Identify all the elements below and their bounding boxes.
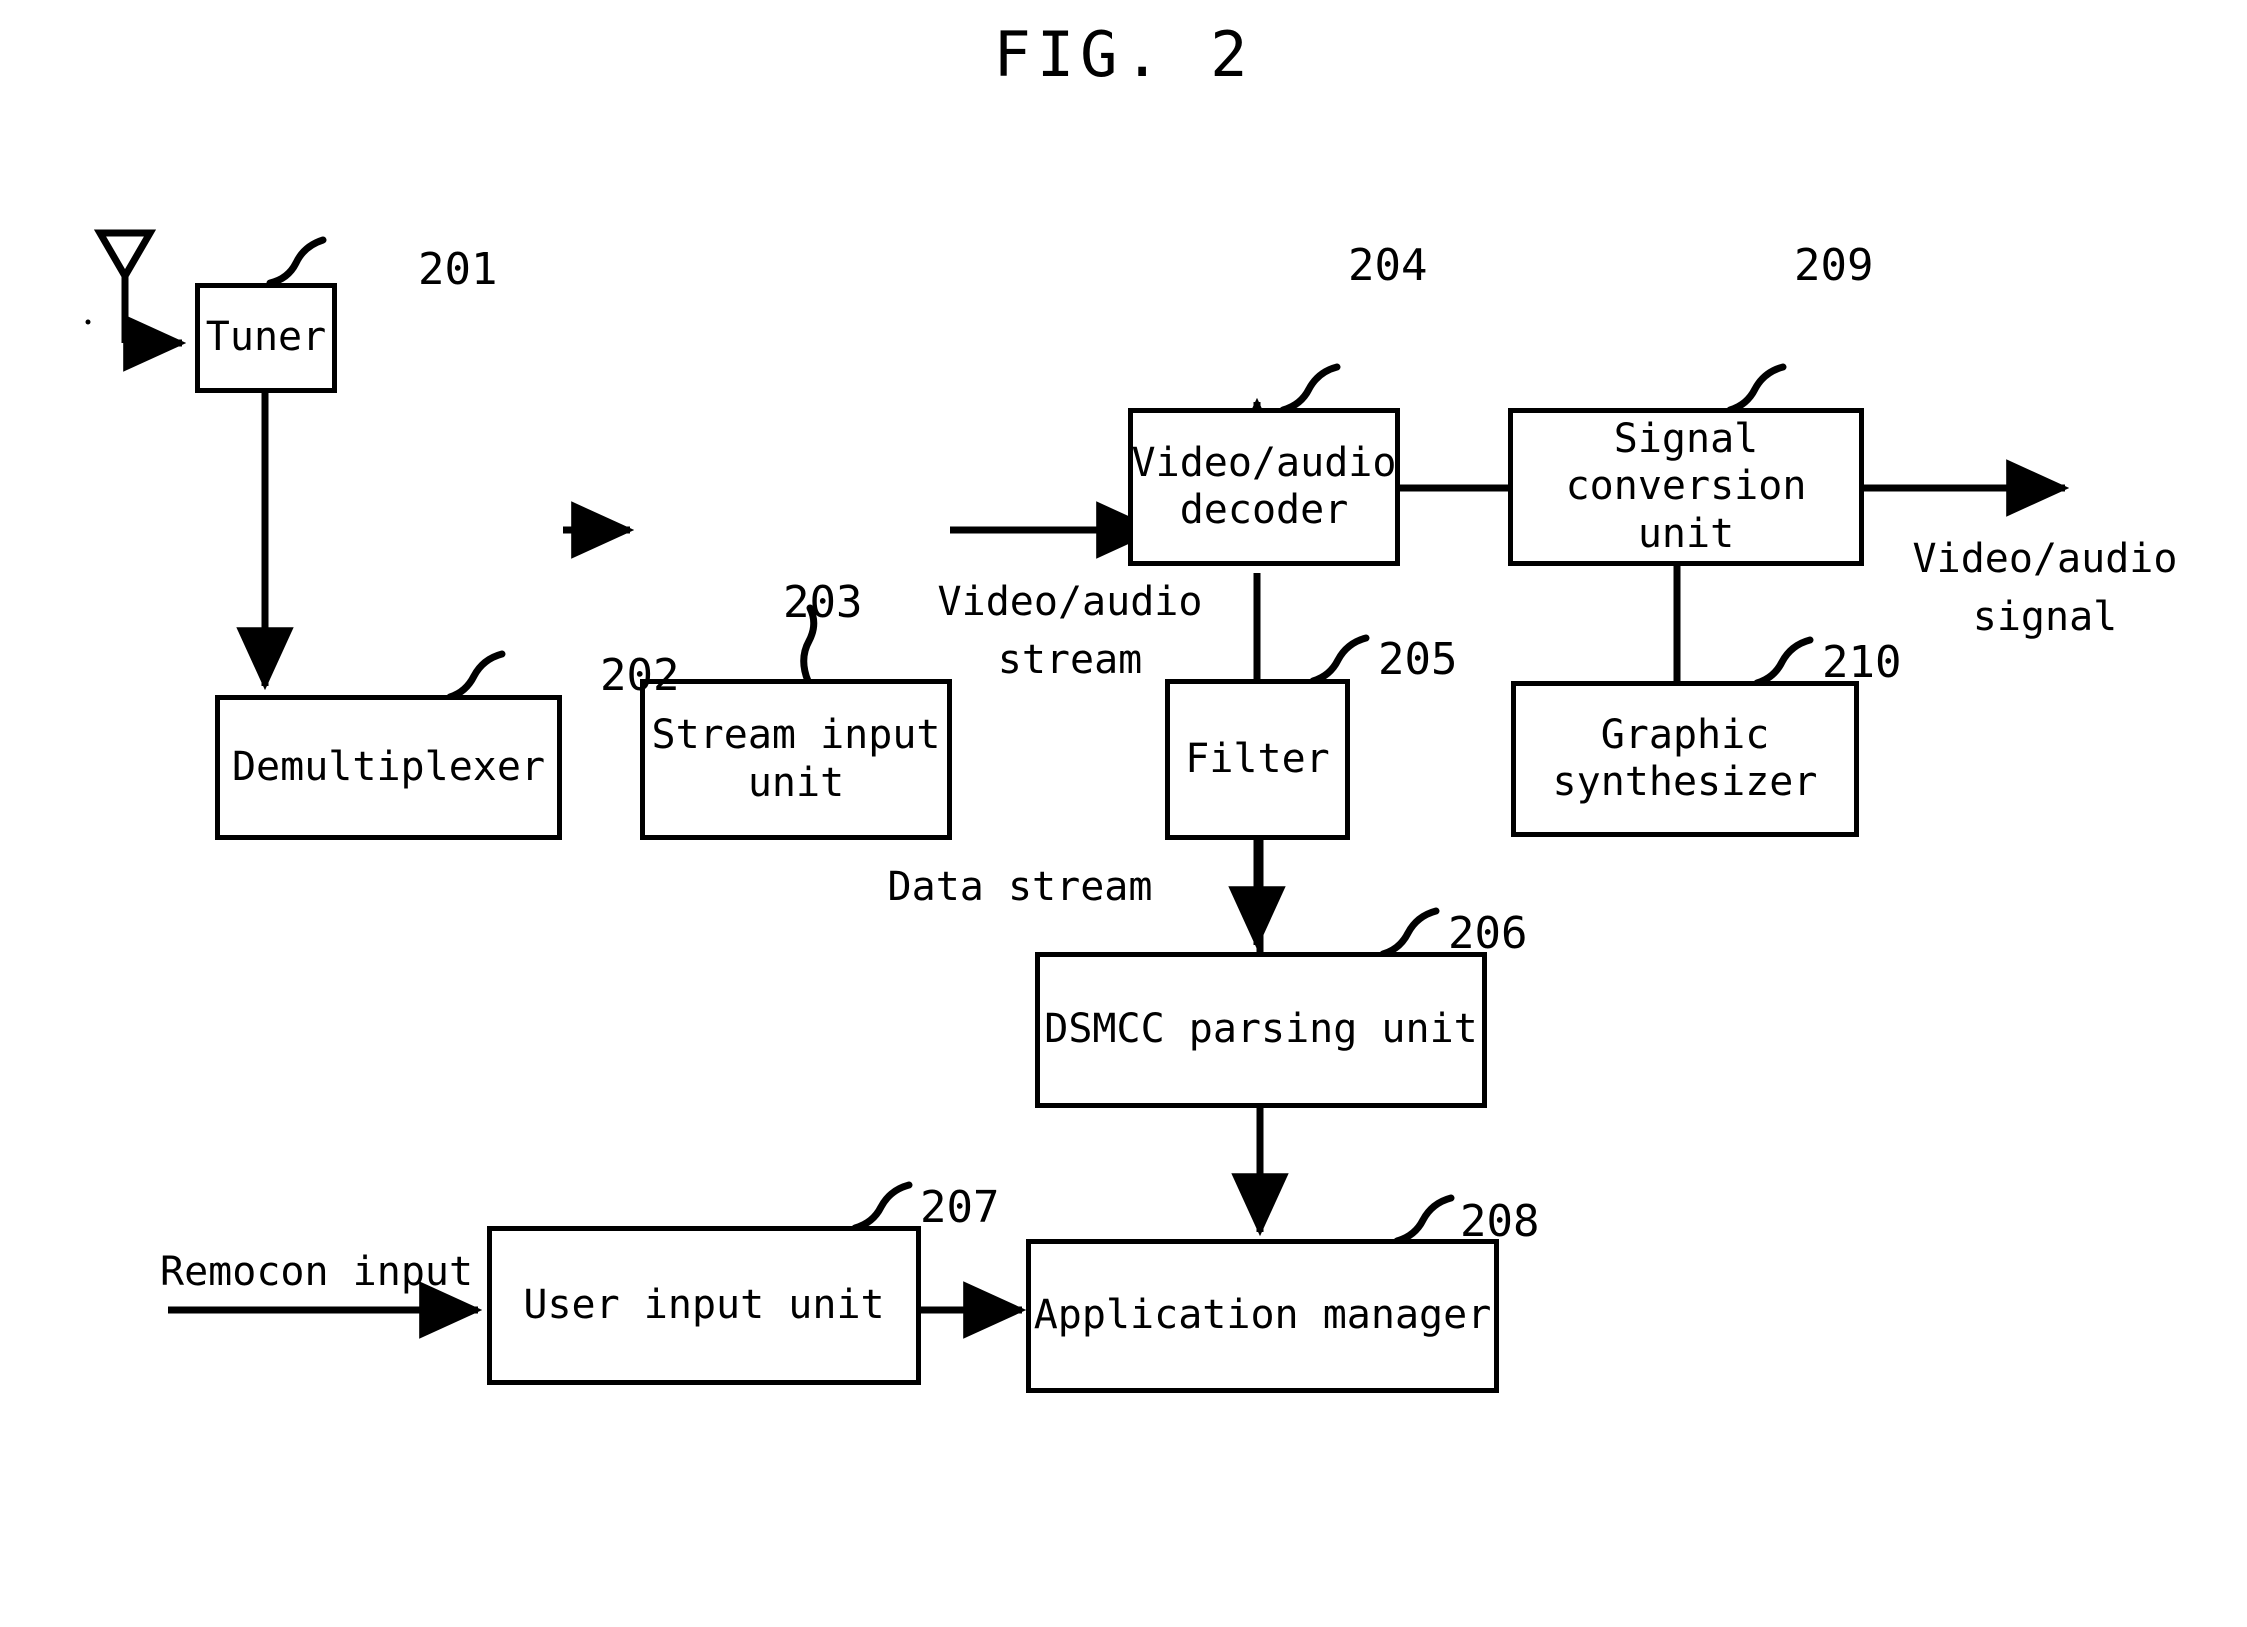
leader-201 bbox=[266, 236, 327, 287]
leader-202 bbox=[446, 650, 506, 701]
block-graphic-synthesizer[interactable]: Graphic synthesizer bbox=[1511, 681, 1859, 837]
block-application-manager-label: Application manager bbox=[1033, 1292, 1492, 1339]
block-tuner-label: Tuner bbox=[205, 314, 327, 361]
flow-label-video-audio-stream: Video/audio stream bbox=[937, 579, 1203, 683]
refnum-201: 201 bbox=[418, 244, 498, 295]
leader-204 bbox=[1279, 363, 1341, 414]
block-stream-input-unit-label: Stream input unit bbox=[651, 712, 941, 806]
refnum-204: 204 bbox=[1348, 240, 1428, 291]
leader-209 bbox=[1726, 363, 1787, 414]
refnum-206: 206 bbox=[1448, 908, 1528, 959]
block-graphic-synthesizer-label: Graphic synthesizer bbox=[1552, 711, 1818, 805]
refnum-208: 208 bbox=[1460, 1196, 1540, 1247]
leader-210 bbox=[1753, 636, 1814, 687]
refnum-207: 207 bbox=[920, 1182, 1000, 1233]
block-filter-label: Filter bbox=[1185, 735, 1330, 782]
block-demultiplexer-label: Demultiplexer bbox=[231, 743, 546, 790]
antenna-icon bbox=[93, 229, 157, 343]
flow-label-data-stream: Data stream bbox=[887, 864, 1153, 910]
refnum-205: 205 bbox=[1378, 634, 1458, 685]
leader-206 bbox=[1379, 907, 1440, 958]
block-tuner[interactable]: Tuner bbox=[195, 283, 337, 393]
print-speck bbox=[85, 319, 91, 325]
block-user-input-unit-label: User input unit bbox=[523, 1281, 885, 1328]
block-dsmcc-parsing-unit[interactable]: DSMCC parsing unit bbox=[1035, 952, 1487, 1108]
refnum-202: 202 bbox=[600, 650, 680, 701]
refnum-209: 209 bbox=[1794, 240, 1874, 291]
leader-208 bbox=[1393, 1194, 1455, 1245]
block-signal-conversion-unit-label: Signal conversion unit bbox=[1565, 416, 1807, 557]
block-stream-input-unit[interactable]: Stream input unit bbox=[640, 679, 952, 840]
block-dsmcc-parsing-unit-label: DSMCC parsing unit bbox=[1044, 1006, 1478, 1053]
flow-label-video-audio-signal: Video/audio signal bbox=[1912, 536, 2178, 640]
leader-205 bbox=[1309, 634, 1370, 685]
block-user-input-unit[interactable]: User input unit bbox=[487, 1226, 921, 1385]
block-video-audio-decoder-label: Video/audio decoder bbox=[1131, 439, 1397, 533]
leader-207 bbox=[851, 1181, 913, 1232]
block-filter[interactable]: Filter bbox=[1165, 679, 1350, 840]
figure-page: FIG. 2 Tuner 201 Demultiplexer 202 Strea… bbox=[0, 0, 2247, 1627]
block-signal-conversion-unit[interactable]: Signal conversion unit bbox=[1508, 408, 1864, 566]
block-video-audio-decoder[interactable]: Video/audio decoder bbox=[1128, 408, 1400, 566]
flow-label-remocon-input: Remocon input bbox=[160, 1249, 474, 1295]
block-demultiplexer[interactable]: Demultiplexer bbox=[215, 695, 562, 840]
block-application-manager[interactable]: Application manager bbox=[1026, 1239, 1499, 1393]
refnum-203: 203 bbox=[783, 577, 863, 628]
